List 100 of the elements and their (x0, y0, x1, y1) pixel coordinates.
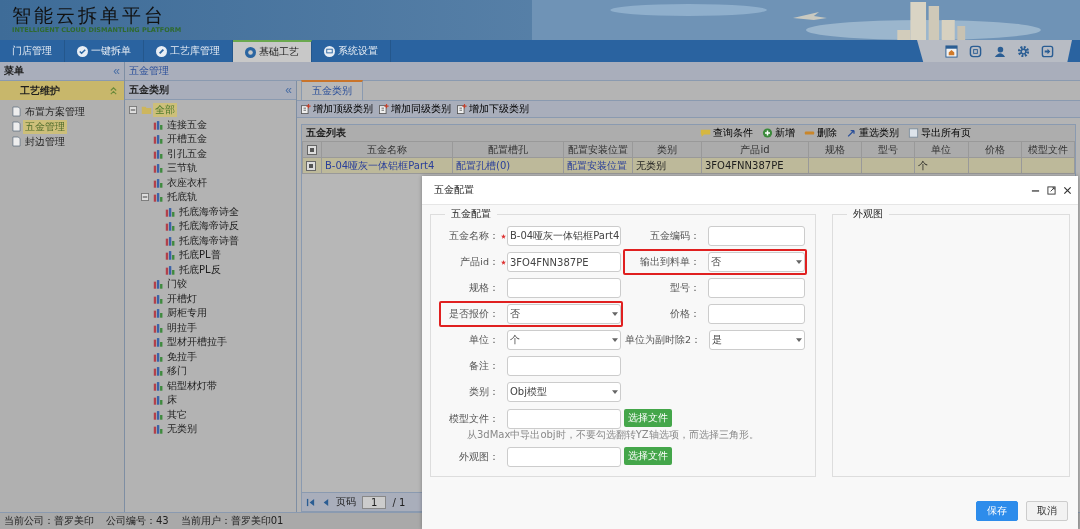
file-field[interactable] (507, 409, 621, 429)
cancel-button[interactable]: 取消 (1026, 501, 1068, 521)
document-icon (12, 136, 21, 147)
breadcrumb[interactable]: 五金管理 (129, 64, 169, 78)
home-icon[interactable] (945, 44, 958, 58)
menu-item[interactable]: 封边管理 (23, 134, 67, 149)
first-page-icon[interactable] (306, 497, 315, 507)
user-icon[interactable] (993, 44, 1006, 58)
dropdown[interactable]: 是 (708, 330, 805, 350)
tree-item[interactable]: 床 (165, 393, 179, 408)
tree-item[interactable]: 三节轨 (165, 161, 199, 176)
dropdown[interactable]: Obj模型 (507, 382, 621, 402)
close-icon[interactable] (1063, 185, 1072, 195)
column-header: 配置安装位置 (563, 141, 633, 158)
toolbar-button[interactable]: 增加下级类别 (457, 102, 529, 116)
grid-action[interactable]: 重选类别 (846, 126, 899, 140)
logout-icon[interactable] (1041, 44, 1054, 58)
field-label: 五金名称： (448, 229, 499, 243)
input-field[interactable] (708, 304, 805, 324)
nav-tab[interactable]: 基础工艺 (233, 40, 312, 62)
file-field[interactable] (507, 447, 621, 467)
field-label: 价格： (669, 307, 701, 321)
table-cell: 个 (918, 159, 929, 171)
table-cell: 3FO4FNN387PE (705, 160, 784, 171)
expander-icon[interactable] (129, 106, 137, 115)
dropdown[interactable]: 否 (708, 252, 805, 272)
field-label: 五金编码： (649, 229, 701, 243)
input-field[interactable]: B-04哑灰一体铝框Part4 (507, 226, 621, 246)
tree-item[interactable]: 铝型材灯带 (165, 378, 219, 393)
tree-item[interactable]: 托底海帝诗反 (177, 219, 241, 234)
tree-item[interactable]: 型材开槽拉手 (165, 335, 229, 350)
tree-item[interactable]: 门铰 (165, 277, 189, 292)
bar-chart-icon (153, 192, 164, 203)
field-label: 外观图： (458, 450, 499, 464)
tree-item[interactable]: 开槽灯 (165, 291, 199, 306)
bar-chart-icon (153, 279, 164, 290)
tree-item[interactable]: 引孔五金 (165, 146, 209, 161)
input-field[interactable]: 3FO4FNN387PE (507, 252, 621, 272)
input-field[interactable] (507, 278, 621, 298)
caret-icon (612, 312, 618, 316)
maximize-icon[interactable] (1047, 185, 1056, 195)
folder-icon (141, 105, 152, 116)
field-label: 输出到料单： (639, 255, 701, 269)
grid-action[interactable]: 删除 (804, 126, 837, 140)
menu-item[interactable]: 五金管理 (23, 119, 67, 134)
grid-action[interactable]: 查询条件 (700, 126, 753, 140)
section-header[interactable]: 工艺维护 (0, 81, 124, 100)
input-field[interactable] (708, 226, 805, 246)
table-row[interactable]: B-04哑灰一体铝框Part4 配置孔槽(0) 配置安装位置 无类别 3FO4FNN387PE 个 (302, 157, 1075, 174)
field-label: 型号： (669, 281, 701, 295)
grid-title: 五金列表 (306, 126, 346, 140)
tree-item[interactable]: 无类别 (165, 422, 199, 437)
bar-chart-icon (153, 293, 164, 304)
bar-chart-icon (165, 206, 176, 217)
sheet-icon (908, 128, 919, 138)
checkbox[interactable] (306, 161, 316, 171)
dropdown[interactable]: 否 (507, 304, 621, 324)
toolbar-button[interactable]: 增加同级类别 (379, 102, 451, 116)
menu-item[interactable]: 布置方案管理 (23, 104, 87, 119)
tree-item[interactable]: 托底海帝诗普 (177, 233, 241, 248)
tree-item[interactable]: 连接五金 (165, 117, 209, 132)
tree-item[interactable]: 移门 (165, 364, 189, 379)
group-title: 外观图 (852, 207, 884, 221)
tree-item[interactable]: 其它 (165, 407, 189, 422)
page-field[interactable]: 1 (362, 495, 387, 509)
content-tab[interactable]: 五金类别 (301, 80, 363, 100)
checkbox[interactable] (307, 145, 317, 155)
grid-action[interactable]: 新增 (762, 126, 795, 140)
expander-icon[interactable] (141, 193, 149, 202)
bar-chart-icon (165, 221, 176, 232)
previous-page-icon[interactable] (321, 497, 330, 507)
status-text: 公司编号：43 (106, 514, 169, 528)
tree-item[interactable]: 托底轨 (165, 190, 199, 205)
bar-chart-icon (153, 366, 164, 377)
input-field[interactable] (708, 278, 805, 298)
tree-item[interactable]: 明拉手 (165, 320, 199, 335)
toolbar-button[interactable]: 增加顶级类别 (301, 102, 373, 116)
page-label: 页码 (336, 495, 356, 509)
status-text: 当前用户：普罗美印01 (180, 514, 284, 528)
settings-icon[interactable] (1017, 44, 1030, 58)
tree-item[interactable]: 托底海帝诗全 (177, 204, 241, 219)
bar-chart-icon (153, 134, 164, 145)
column-header: 价格 (968, 141, 1022, 158)
group-title: 五金配置 (450, 207, 492, 221)
tree-item[interactable]: 免拉手 (165, 349, 199, 364)
minus-icon (804, 128, 815, 138)
field-label: 备注： (468, 359, 499, 373)
status-text: 当前公司：普罗美印 (4, 514, 94, 528)
tree-item[interactable]: 厨柜专用 (165, 306, 209, 321)
tree-item[interactable]: 托底PL普 (177, 248, 223, 263)
tree-item[interactable]: 衣座衣杆 (165, 175, 209, 190)
calendar-icon[interactable] (969, 44, 982, 58)
add-node-icon (301, 104, 311, 114)
dropdown[interactable]: 个 (507, 330, 621, 350)
tree-item[interactable]: 开槽五金 (165, 132, 209, 147)
plus-icon (762, 128, 773, 138)
grid-action[interactable]: 导出所有页 (908, 126, 971, 140)
document-icon (12, 121, 21, 132)
dialog-title: 五金配置 (434, 183, 474, 197)
tree-item[interactable]: 托底PL反 (177, 262, 223, 277)
